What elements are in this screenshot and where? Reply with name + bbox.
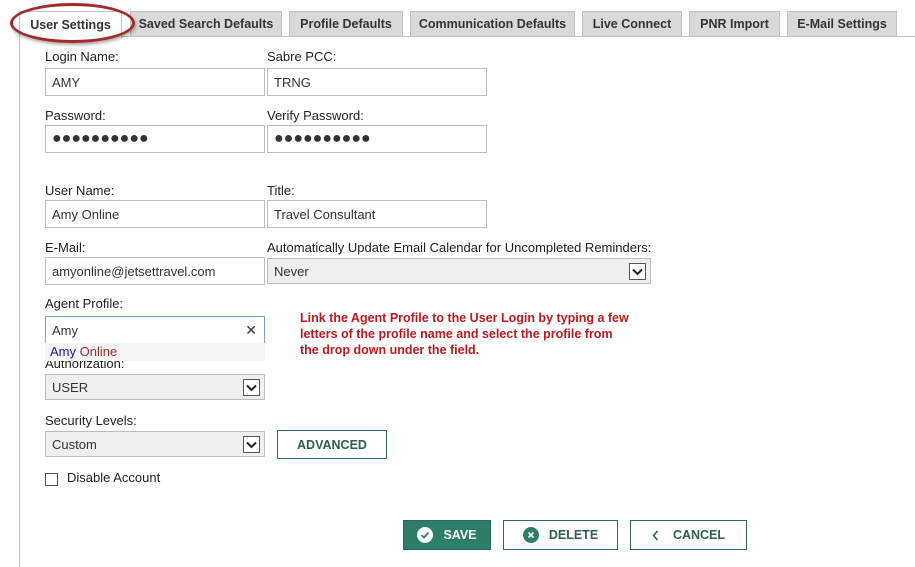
tab-live-connect[interactable]: Live Connect xyxy=(582,11,682,36)
title-input[interactable]: Travel Consultant xyxy=(267,200,487,228)
sabre-pcc-label: Sabre PCC: xyxy=(267,49,337,64)
agent-profile-value: Amy xyxy=(52,322,78,338)
cancel-button[interactable]: CANCEL xyxy=(630,520,747,550)
email-input[interactable]: amyonline@jetsettravel.com xyxy=(45,257,265,285)
tab-pnr-import[interactable]: PNR Import xyxy=(689,11,780,36)
auto-update-value: Never xyxy=(274,263,309,279)
tab-user-settings[interactable]: User Settings xyxy=(19,11,122,38)
agent-profile-label: Agent Profile: xyxy=(45,296,124,311)
security-levels-label: Security Levels: xyxy=(45,413,137,428)
tab-communication-defaults[interactable]: Communication Defaults xyxy=(410,11,575,36)
agent-profile-suggestion-overlay: Amy Online xyxy=(45,343,265,361)
password-input[interactable]: ●●●●●●●●●● xyxy=(45,125,265,153)
x-circle-icon xyxy=(522,527,539,543)
advanced-button[interactable]: ADVANCED xyxy=(277,430,387,459)
disable-account-label: Disable Account xyxy=(67,470,161,485)
save-button[interactable]: SAVE xyxy=(403,520,491,550)
delete-button[interactable]: DELETE xyxy=(503,520,618,550)
authorization-value: USER xyxy=(52,379,89,395)
email-label: E-Mail: xyxy=(45,240,86,255)
sabre-pcc-input[interactable]: TRNG xyxy=(267,68,487,96)
suggestion-rest-text-overlay: Online xyxy=(76,344,118,359)
auto-update-select[interactable]: Never xyxy=(267,258,651,284)
tab-profile-defaults[interactable]: Profile Defaults xyxy=(289,11,403,36)
clear-icon[interactable]: ✕ xyxy=(245,322,257,339)
auto-update-label: Automatically Update Email Calendar for … xyxy=(267,240,652,255)
user-settings-panel xyxy=(19,36,915,567)
chevron-left-icon xyxy=(652,529,659,541)
tab-email-settings[interactable]: E-Mail Settings xyxy=(787,11,897,36)
password-label: Password: xyxy=(45,108,106,123)
login-name-label: Login Name: xyxy=(45,49,119,64)
user-name-label: User Name: xyxy=(45,183,115,198)
disable-account-checkbox[interactable] xyxy=(45,473,58,486)
check-icon xyxy=(417,527,434,543)
verify-password-label: Verify Password: xyxy=(267,108,364,123)
agent-profile-input[interactable]: Amy ✕ xyxy=(45,316,265,344)
chevron-down-icon xyxy=(243,436,260,453)
cancel-label: CANCEL xyxy=(672,528,726,542)
tab-saved-search-defaults[interactable]: Saved Search Defaults xyxy=(130,11,282,36)
tab-bar: User Settings Saved Search Defaults Prof… xyxy=(0,0,915,43)
delete-label: DELETE xyxy=(548,528,599,542)
annotation-note: Link the Agent Profile to the User Login… xyxy=(300,311,629,357)
login-name-input[interactable]: AMY xyxy=(45,68,265,96)
chevron-down-icon xyxy=(243,379,260,396)
authorization-select[interactable]: USER xyxy=(45,374,265,400)
title-label: Title: xyxy=(267,183,295,198)
suggestion-match-text-overlay: Amy xyxy=(50,344,76,359)
verify-password-input[interactable]: ●●●●●●●●●● xyxy=(267,125,487,153)
chevron-down-icon xyxy=(629,263,646,280)
security-levels-select[interactable]: Custom xyxy=(45,431,265,457)
save-label: SAVE xyxy=(443,528,477,542)
security-levels-value: Custom xyxy=(52,436,97,452)
user-name-input[interactable]: Amy Online xyxy=(45,200,265,228)
